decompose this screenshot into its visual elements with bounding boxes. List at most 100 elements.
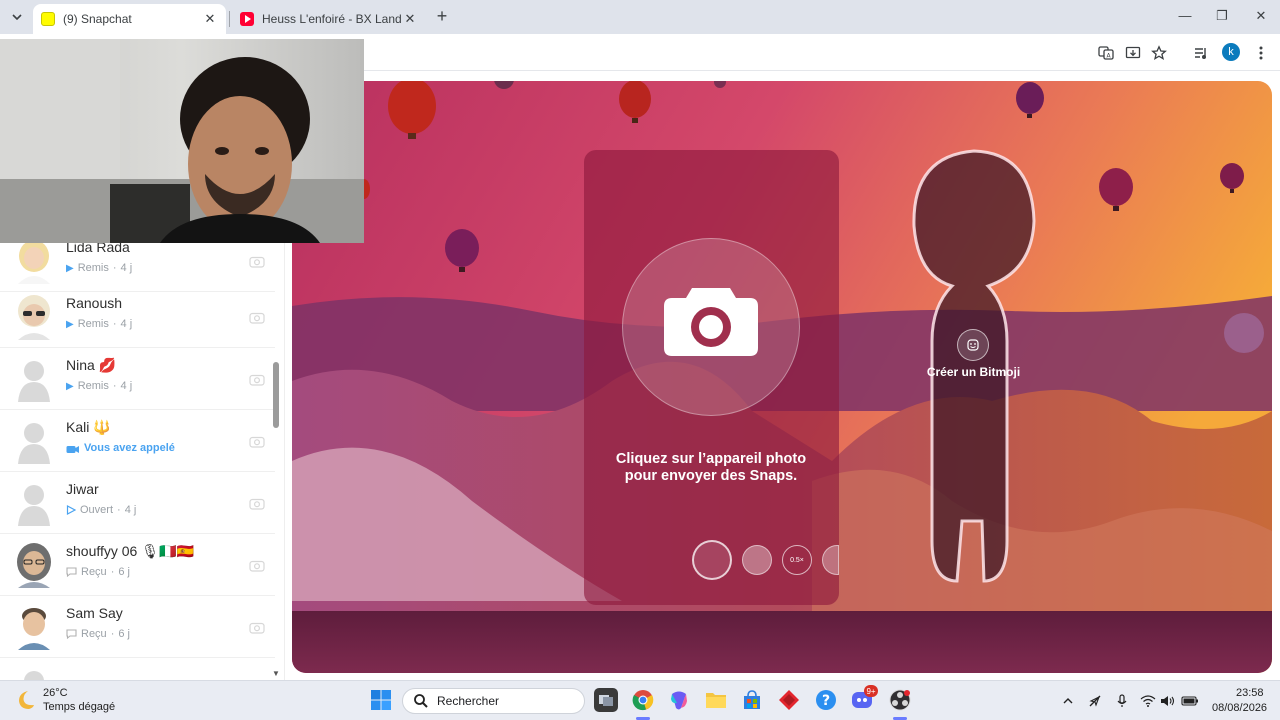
status-text: Remis (77, 318, 109, 330)
camera-icon[interactable] (662, 284, 760, 358)
chat-name: Ranoush (66, 295, 123, 311)
scroll-down-icon[interactable]: ▼ (272, 669, 280, 678)
tab-search-button[interactable] (6, 7, 28, 27)
media-controls-icon[interactable] (1191, 43, 1211, 63)
copilot-icon[interactable] (667, 688, 691, 712)
battery-icon[interactable] (1181, 692, 1199, 710)
status-text: Remis (77, 380, 109, 392)
chat-status: ▶ Remis · 4 j (66, 380, 132, 392)
status-text: Reçu (81, 566, 107, 578)
status-separator: · (112, 318, 117, 330)
camera-reply-icon[interactable] (249, 311, 265, 324)
status-separator: · (112, 262, 117, 274)
windows-start-icon[interactable] (370, 689, 392, 711)
microsoft-store-icon[interactable] (740, 688, 764, 712)
weather-temperature[interactable]: 26°C (43, 687, 68, 699)
chat-row-jiwar[interactable]: Jiwar Ouvert · 4 j (0, 472, 275, 534)
windows-taskbar: 26°C Temps dégagé Rechercher ? 9+ 23:58 … (0, 680, 1280, 720)
chevron-down-icon (12, 14, 22, 20)
discord-notification-badge: 9+ (864, 685, 878, 697)
window-close-button[interactable]: ✕ (1249, 6, 1273, 26)
snap-hint-text: Cliquez sur l’appareil photo pour envoye… (615, 451, 807, 484)
status-time: 4 j (124, 504, 137, 516)
tab-title: Heuss L'enfoiré - BX Land #2 - (262, 12, 402, 26)
webcam-overlay (0, 39, 364, 243)
chat-name: Sam Say (66, 605, 123, 621)
new-tab-button[interactable]: + (432, 7, 452, 27)
chat-name: Jiwar (66, 481, 99, 497)
search-icon (414, 694, 428, 708)
camera-reply-icon[interactable] (249, 497, 265, 510)
camera-reply-icon[interactable] (249, 373, 265, 386)
taskbar-search[interactable]: Rechercher (402, 688, 585, 714)
tab-divider (229, 11, 230, 27)
avatar (24, 671, 44, 680)
create-bitmoji-label[interactable]: Créer un Bitmoji (902, 365, 1045, 379)
chat-status: Vous avez appelé (66, 442, 175, 454)
tab-youtube[interactable]: Heuss L'enfoiré - BX Land #2 - ✕ (232, 4, 426, 34)
tab-snapchat[interactable]: (9) Snapchat ✕ (33, 4, 226, 34)
svg-text:?: ? (822, 693, 830, 709)
close-icon[interactable]: ✕ (402, 11, 418, 27)
wifi-icon[interactable] (1139, 692, 1157, 710)
chat-status: ▶ Remis · 4 j (66, 318, 132, 330)
scrollbar-thumb[interactable] (273, 362, 279, 428)
avatar (18, 608, 50, 650)
create-bitmoji-button[interactable] (957, 329, 989, 361)
chat-row-nina[interactable]: Nina 💋 ▶ Remis · 4 j (0, 348, 275, 410)
camera-reply-icon[interactable] (249, 621, 265, 634)
translate-icon[interactable]: A (1096, 43, 1116, 63)
bitmoji-add-icon (967, 339, 979, 351)
install-app-icon[interactable] (1123, 43, 1143, 63)
avatar (18, 423, 50, 464)
chat-status: ▶ Remis · 4 j (66, 262, 132, 274)
weather-description[interactable]: Temps dégagé (43, 701, 115, 713)
search-placeholder: Rechercher (437, 694, 500, 708)
status-time: 4 j (120, 318, 133, 330)
status-time: 4 j (120, 262, 133, 274)
chat-row-sam-say[interactable]: Sam Say Reçu · 6 j (0, 596, 275, 658)
snapchat-icon (41, 12, 55, 26)
status-separator: · (112, 380, 117, 392)
status-time: 6 j (118, 628, 130, 640)
obs-icon[interactable] (888, 688, 912, 712)
chat-row-shouffyy[interactable]: shouffyy 06 🎙🇮🇹🇪🇸 Reçu · 6 j (0, 534, 275, 596)
missed-call-icon (66, 445, 79, 453)
camera-reply-icon[interactable] (249, 255, 265, 268)
chat-status: Reçu · 6 j (66, 628, 130, 640)
chat-status: Reçu · 6 j (66, 566, 130, 578)
chat-name: Kali 🔱 (66, 419, 111, 435)
lens-selector-primary[interactable] (692, 540, 732, 580)
clock-time[interactable]: 23:58 (1236, 687, 1264, 699)
task-view-icon[interactable] (594, 688, 618, 712)
location-off-icon[interactable] (1086, 692, 1104, 710)
bookmark-star-icon[interactable] (1149, 43, 1169, 63)
chevron-up-icon[interactable] (1059, 692, 1077, 710)
sent-arrow-icon: ▶ (66, 262, 74, 274)
zoom-option-0-5x[interactable]: 0.5× (782, 545, 812, 575)
avatar (18, 361, 50, 402)
chat-row-kali[interactable]: Kali 🔱 Vous avez appelé (0, 410, 275, 472)
app-red-diamond-icon[interactable] (777, 688, 801, 712)
help-icon[interactable]: ? (814, 688, 838, 712)
lens-selector-option[interactable] (742, 545, 772, 575)
camera-reply-icon[interactable] (249, 435, 265, 448)
clock-date[interactable]: 08/08/2026 (1212, 702, 1267, 714)
minimize-button[interactable]: — (1173, 6, 1197, 26)
chat-row-ranoush[interactable]: Ranoush ▶ Remis · 4 j (0, 286, 275, 348)
moon-icon[interactable] (14, 689, 36, 711)
file-explorer-icon[interactable] (704, 688, 728, 712)
profile-avatar[interactable]: k (1222, 43, 1240, 61)
youtube-icon (240, 12, 254, 26)
volume-icon[interactable] (1159, 692, 1177, 710)
camera-reply-icon[interactable] (249, 559, 265, 572)
maximize-button[interactable]: ❐ (1210, 6, 1234, 26)
chrome-icon[interactable] (631, 688, 655, 712)
close-icon[interactable]: ✕ (202, 11, 218, 27)
chat-status: Ouvert · 4 j (66, 504, 136, 516)
status-text: Ouvert (80, 504, 114, 516)
status-text: Vous avez appelé (84, 442, 175, 454)
microphone-icon[interactable] (1113, 692, 1131, 710)
chat-row-partial[interactable] (0, 658, 275, 680)
menu-kebab-icon[interactable] (1251, 43, 1271, 63)
